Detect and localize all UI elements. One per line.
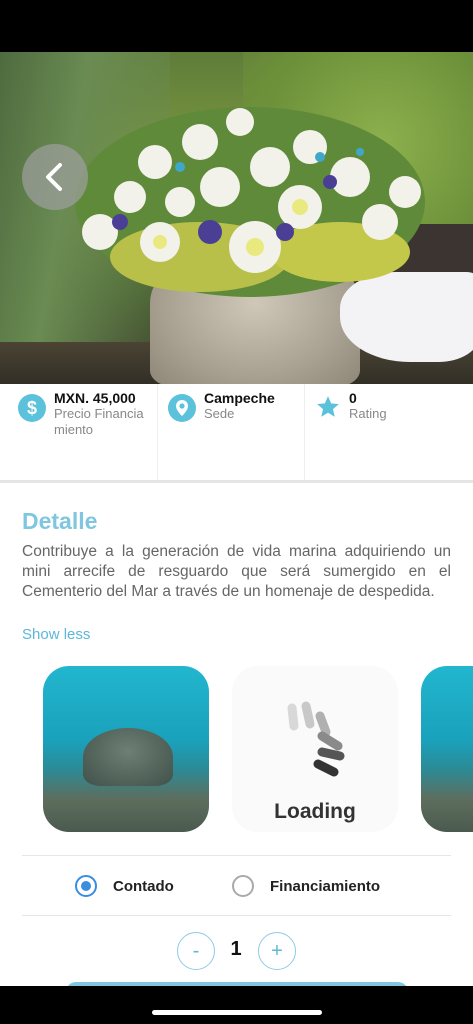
divider (22, 915, 451, 916)
quantity-stepper: - 1 + (0, 932, 473, 972)
location-info: Campeche Sede (157, 384, 304, 480)
dollar-icon: $ (18, 394, 46, 422)
reef-rock (83, 728, 173, 786)
product-hero-image (0, 52, 473, 384)
rating-value: 0 (349, 390, 357, 406)
payment-options: Contado Financiamiento (0, 868, 473, 904)
decrement-button[interactable]: - (177, 932, 215, 970)
radio-selected-icon[interactable] (75, 875, 97, 897)
rating-label: Rating (349, 406, 387, 421)
home-bar-area (0, 986, 473, 1024)
home-indicator[interactable] (152, 1010, 322, 1015)
detail-heading: Detalle (22, 508, 98, 534)
location-label: Sede (204, 406, 235, 421)
price-info: $ MXN. 45,000 Precio Financiamiento (0, 384, 157, 480)
radio-unselected-icon[interactable] (232, 875, 254, 897)
rating-info: 0 Rating (304, 384, 473, 480)
quantity-value: 1 (230, 938, 242, 960)
increment-button[interactable]: + (258, 932, 296, 970)
product-detail-panel: $ MXN. 45,000 Precio Financiamiento Camp… (0, 384, 473, 986)
gallery-image-reef-2[interactable] (421, 666, 473, 832)
star-icon (317, 396, 339, 417)
status-bar (0, 0, 473, 52)
image-gallery[interactable]: Loading (0, 666, 473, 834)
price-label: Precio Financiamiento (54, 406, 144, 437)
product-info-row: $ MXN. 45,000 Precio Financiamiento Camp… (0, 384, 473, 480)
detail-description: Contribuye a la generación de vida marin… (22, 543, 451, 600)
section-divider (0, 480, 473, 483)
location-pin-icon (168, 394, 196, 422)
gallery-image-loading[interactable]: Loading (232, 666, 398, 832)
payment-option-label: Contado (113, 877, 174, 895)
divider (22, 855, 451, 856)
payment-option-label: Financiamiento (270, 877, 381, 895)
payment-option-contado[interactable]: Contado (75, 875, 174, 897)
show-less-link[interactable]: Show less (22, 626, 90, 643)
back-button[interactable] (22, 144, 88, 210)
gallery-image-reef[interactable] (43, 666, 209, 832)
loading-spinner-icon (287, 701, 345, 777)
price-value: MXN. 45,000 (54, 390, 136, 406)
loading-label: Loading (274, 800, 356, 823)
payment-option-financiamiento[interactable]: Financiamiento (232, 875, 380, 897)
chevron-left-icon (46, 163, 62, 191)
location-value: Campeche (204, 390, 275, 406)
flower-bouquet (75, 107, 425, 297)
